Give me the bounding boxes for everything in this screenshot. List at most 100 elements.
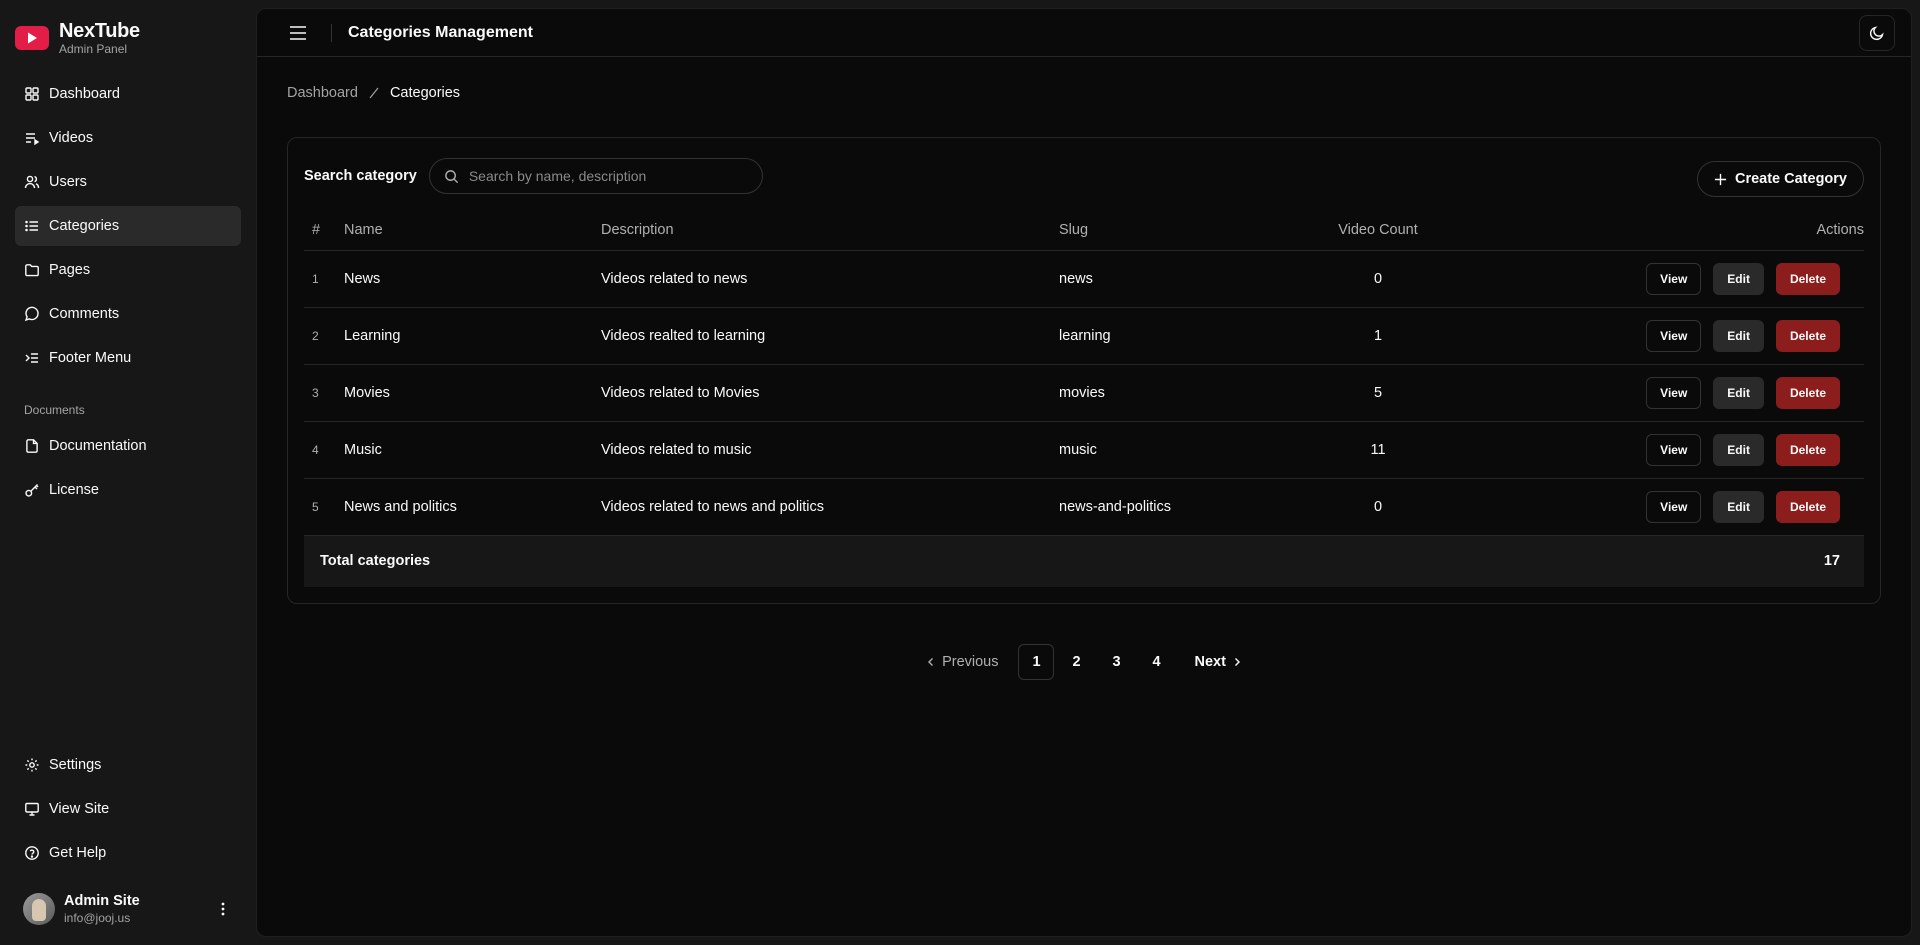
topbar: Categories Management [257, 9, 1911, 57]
main-nav: Dashboard Videos Users Categories Pages … [15, 74, 241, 378]
sidebar-item-settings[interactable]: Settings [15, 745, 241, 785]
sidebar-item-documentation[interactable]: Documentation [15, 426, 241, 466]
page-1-button[interactable]: 1 [1018, 644, 1055, 680]
edit-button[interactable]: Edit [1713, 433, 1764, 466]
documents-nav: Documentation License [15, 426, 241, 510]
edit-button[interactable]: Edit [1713, 319, 1764, 352]
delete-button[interactable]: Delete [1775, 262, 1840, 295]
row-slug: movies [1059, 364, 1259, 422]
view-button[interactable]: View [1646, 319, 1702, 352]
main-panel: Categories Management Dashboard Categori… [256, 8, 1912, 937]
view-button[interactable]: View [1646, 433, 1702, 466]
brand-subtitle: Admin Panel [59, 42, 128, 56]
content: Dashboard Categories Search category Sea… [257, 57, 1911, 706]
search-label: Search category [304, 168, 417, 184]
table-row: 2 Learning Videos realted to learning le… [304, 307, 1864, 365]
avatar [23, 893, 55, 925]
next-label: Next [1194, 654, 1226, 670]
row-video-count: 5 [1259, 364, 1497, 422]
row-description: Videos related to music [601, 421, 1059, 479]
list-icon [25, 220, 38, 232]
file-icon [26, 439, 38, 453]
brand[interactable]: NexTube Admin Panel [15, 16, 241, 56]
page-3-button[interactable]: 3 [1098, 644, 1134, 680]
delete-button[interactable]: Delete [1775, 490, 1840, 523]
play-logo-icon [15, 26, 49, 50]
sidebar-item-label: License [49, 482, 99, 498]
sidebar-item-footer-menu[interactable]: Footer Menu [15, 338, 241, 378]
sidebar-item-users[interactable]: Users [15, 162, 241, 202]
view-button[interactable]: View [1646, 376, 1702, 409]
search-box[interactable] [428, 158, 763, 194]
sidebar-item-videos[interactable]: Videos [15, 118, 241, 158]
theme-toggle-button[interactable] [1859, 14, 1895, 51]
more-vertical-icon[interactable] [213, 899, 233, 919]
row-name: Music [344, 421, 601, 479]
sidebar-item-label: Get Help [49, 845, 107, 861]
row-video-count: 11 [1259, 421, 1497, 479]
sidebar-item-dashboard[interactable]: Dashboard [15, 74, 241, 114]
search-input[interactable] [468, 168, 748, 184]
users-icon [24, 175, 40, 189]
key-icon [25, 484, 39, 497]
pagination: Previous 1 2 3 4 Next [287, 644, 1881, 680]
total-row: Total categories 17 [304, 535, 1864, 587]
hamburger-icon [290, 25, 306, 40]
delete-button[interactable]: Delete [1775, 319, 1840, 352]
row-name: Movies [344, 364, 601, 422]
plus-icon [1714, 173, 1727, 185]
header-video-count[interactable]: Video Count [1259, 210, 1497, 251]
header-actions: Actions [1497, 210, 1864, 251]
sidebar-item-license[interactable]: License [15, 470, 241, 510]
sidebar-item-label: Footer Menu [49, 350, 132, 366]
page-2-button[interactable]: 2 [1058, 644, 1094, 680]
edit-button[interactable]: Edit [1713, 376, 1764, 409]
row-num: 3 [304, 364, 344, 422]
row-slug: learning [1059, 307, 1259, 365]
sidebar-item-comments[interactable]: Comments [15, 294, 241, 334]
table-row: 4 Music Videos related to music music 11… [304, 421, 1864, 479]
sidebar-item-categories[interactable]: Categories [15, 206, 241, 246]
total-value: 17 [1497, 535, 1864, 587]
gear-icon [25, 758, 39, 772]
row-description: Videos related to Movies [601, 364, 1059, 422]
sidebar-item-view-site[interactable]: View Site [15, 789, 241, 829]
previous-page-button[interactable]: Previous [918, 644, 1006, 680]
header-slug: Slug [1059, 210, 1259, 251]
header-name[interactable]: Name [344, 210, 601, 251]
row-slug: music [1059, 421, 1259, 479]
row-slug: news-and-politics [1059, 478, 1259, 536]
previous-label: Previous [942, 654, 999, 670]
breadcrumb: Dashboard Categories [287, 83, 1881, 103]
row-num: 2 [304, 307, 344, 365]
page-4-button[interactable]: 4 [1138, 644, 1174, 680]
delete-button[interactable]: Delete [1775, 433, 1840, 466]
delete-button[interactable]: Delete [1775, 376, 1840, 409]
create-category-button[interactable]: Create Category [1696, 161, 1864, 197]
sidebar-item-pages[interactable]: Pages [15, 250, 241, 290]
folder-icon [25, 264, 39, 277]
view-button[interactable]: View [1646, 490, 1702, 523]
row-description: Videos realted to learning [601, 307, 1059, 365]
search-icon [445, 169, 458, 183]
sidebar-item-get-help[interactable]: Get Help [15, 833, 241, 873]
view-button[interactable]: View [1646, 262, 1702, 295]
row-video-count: 0 [1259, 250, 1497, 308]
breadcrumb-home-link[interactable]: Dashboard [287, 85, 358, 101]
user-email: info@jooj.us [64, 911, 131, 925]
row-name: News [344, 250, 601, 308]
sidebar-item-label: Comments [49, 306, 120, 322]
sidebar-toggle-button[interactable] [285, 20, 311, 46]
categories-table: # Name Description Slug Video Count Acti… [304, 210, 1864, 587]
edit-button[interactable]: Edit [1713, 262, 1764, 295]
help-icon [25, 846, 39, 860]
brand-title: NexTube [59, 20, 140, 42]
topbar-divider [331, 23, 332, 42]
sidebar-item-label: Dashboard [49, 86, 120, 102]
slash-separator-icon [369, 87, 379, 99]
user-card[interactable]: Admin Site info@jooj.us [15, 883, 241, 935]
edit-button[interactable]: Edit [1713, 490, 1764, 523]
bottom-nav: Settings View Site Get Help [15, 745, 241, 873]
table-row: 1 News Videos related to news news 0 Vie… [304, 250, 1864, 308]
next-page-button[interactable]: Next [1186, 644, 1249, 680]
